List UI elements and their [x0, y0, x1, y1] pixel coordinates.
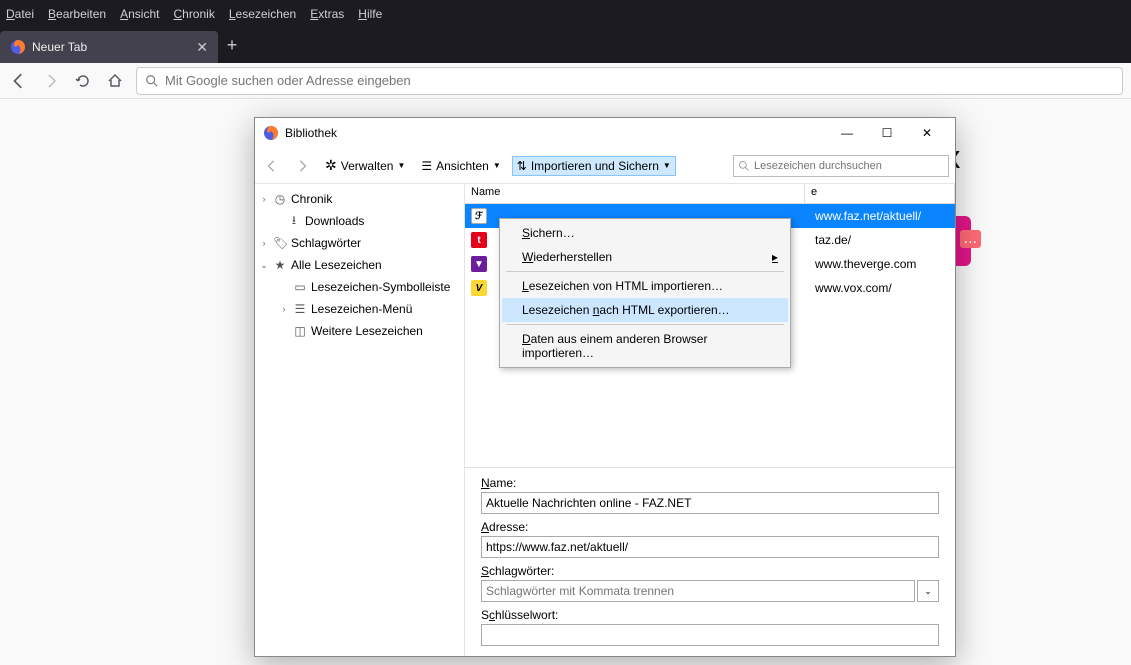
favicon: t: [471, 232, 487, 248]
nav-back-button[interactable]: [261, 157, 283, 175]
menu-extras[interactable]: Extras: [310, 7, 344, 21]
search-input[interactable]: [754, 160, 944, 172]
menu-help[interactable]: Hilfe: [358, 7, 382, 21]
clock-icon: ◷: [273, 192, 287, 206]
window-minimize-button[interactable]: —: [827, 122, 867, 144]
import-export-icon: ⇅: [517, 159, 527, 173]
views-button[interactable]: ☰Ansichten▼: [417, 157, 504, 175]
menu-view[interactable]: Ansicht: [120, 7, 159, 21]
name-label: Name:: [481, 476, 939, 490]
tab-strip: Neuer Tab ✕ +: [0, 27, 1131, 63]
gear-icon: ✲: [325, 157, 337, 174]
folder-icon: ◫: [293, 324, 307, 338]
dialog-titlebar[interactable]: Bibliothek — ☐ ✕: [255, 118, 955, 148]
tree-item-menu[interactable]: ›☰Lesezeichen-Menü: [255, 298, 464, 320]
window-maximize-button[interactable]: ☐: [867, 122, 907, 144]
tree-item-tags[interactable]: ›🏷Schlagwörter: [255, 232, 464, 254]
col-name[interactable]: Name: [465, 184, 805, 203]
firefox-icon: [10, 39, 26, 55]
library-dialog: Bibliothek — ☐ ✕ ✲Verwalten▼ ☰Ansichten▼…: [254, 117, 956, 657]
favicon: ℱ: [471, 208, 487, 224]
address-label: Adresse:: [481, 520, 939, 534]
tag-icon: 🏷: [273, 236, 287, 250]
browser-tab[interactable]: Neuer Tab ✕: [0, 31, 218, 63]
menu-export-html[interactable]: Lesezeichen nach HTML exportieren…: [502, 298, 788, 322]
nav-toolbar: [0, 63, 1131, 99]
firefox-icon: [263, 125, 279, 141]
tree-item-other[interactable]: ◫Weitere Lesezeichen: [255, 320, 464, 342]
import-backup-menu: Sichern… Wiederherstellen▸ Lesezeichen v…: [499, 218, 791, 368]
menu-file[interactable]: Datei: [6, 7, 34, 21]
download-icon: ⭳: [287, 211, 301, 232]
nav-forward-button[interactable]: [291, 157, 313, 175]
keyword-label: Schlüsselwort:: [481, 608, 939, 622]
tree-item-history[interactable]: ›◷Chronik: [255, 188, 464, 210]
tags-dropdown-button[interactable]: ⌄: [917, 580, 939, 602]
tree-item-downloads[interactable]: ⭳Downloads: [255, 210, 464, 232]
url-input[interactable]: [165, 73, 1114, 88]
menu-icon: ☰: [293, 302, 307, 316]
tree-item-all-bookmarks[interactable]: ⌄★Alle Lesezeichen: [255, 254, 464, 276]
address-input[interactable]: [481, 536, 939, 558]
dialog-title: Bibliothek: [285, 126, 337, 140]
tags-input[interactable]: [481, 580, 915, 602]
search-box[interactable]: [733, 155, 949, 177]
menu-bookmarks[interactable]: Lesezeichen: [229, 7, 296, 21]
menu-backup[interactable]: Sichern…: [502, 221, 788, 245]
list-header: Name e: [465, 184, 955, 204]
menu-bar: Datei Bearbeiten Ansicht Chronik Lesezei…: [0, 0, 1131, 27]
list-icon: ☰: [421, 159, 432, 173]
tags-label: Schlagwörter:: [481, 564, 939, 578]
menu-import-html[interactable]: Lesezeichen von HTML importieren…: [502, 274, 788, 298]
details-pane: Name: Adresse: Schlagwörter: ⌄ Schlüssel…: [465, 467, 955, 656]
toolbar-icon: ▭: [293, 280, 307, 294]
search-icon: [738, 160, 750, 172]
tab-label: Neuer Tab: [32, 40, 87, 54]
window-close-button[interactable]: ✕: [907, 122, 947, 144]
menu-history[interactable]: Chronik: [173, 7, 214, 21]
import-backup-button[interactable]: ⇅Importieren und Sichern▼: [513, 157, 675, 175]
menu-restore[interactable]: Wiederherstellen▸: [502, 245, 788, 269]
menu-edit[interactable]: Bearbeiten: [48, 7, 106, 21]
url-bar[interactable]: [136, 67, 1123, 95]
search-icon: [145, 74, 159, 88]
col-url[interactable]: e: [805, 184, 955, 203]
star-icon: ★: [273, 258, 287, 272]
favicon: V: [471, 280, 487, 296]
forward-button[interactable]: [40, 70, 62, 92]
back-button[interactable]: [8, 70, 30, 92]
keyword-input[interactable]: [481, 624, 939, 646]
tree-sidebar: ›◷Chronik ⭳Downloads ›🏷Schlagwörter ⌄★Al…: [255, 184, 465, 656]
organize-button[interactable]: ✲Verwalten▼: [321, 155, 409, 176]
dialog-toolbar: ✲Verwalten▼ ☰Ansichten▼ ⇅Importieren und…: [255, 148, 955, 184]
tab-close-icon[interactable]: ✕: [196, 39, 208, 56]
reload-button[interactable]: [72, 70, 94, 92]
favicon: ▼: [471, 256, 487, 272]
tree-item-toolbar[interactable]: ▭Lesezeichen-Symbolleiste: [255, 276, 464, 298]
name-input[interactable]: [481, 492, 939, 514]
menu-import-browser[interactable]: Daten aus einem anderen Browser importie…: [502, 327, 788, 365]
home-button[interactable]: [104, 70, 126, 92]
new-tab-button[interactable]: +: [218, 35, 246, 56]
